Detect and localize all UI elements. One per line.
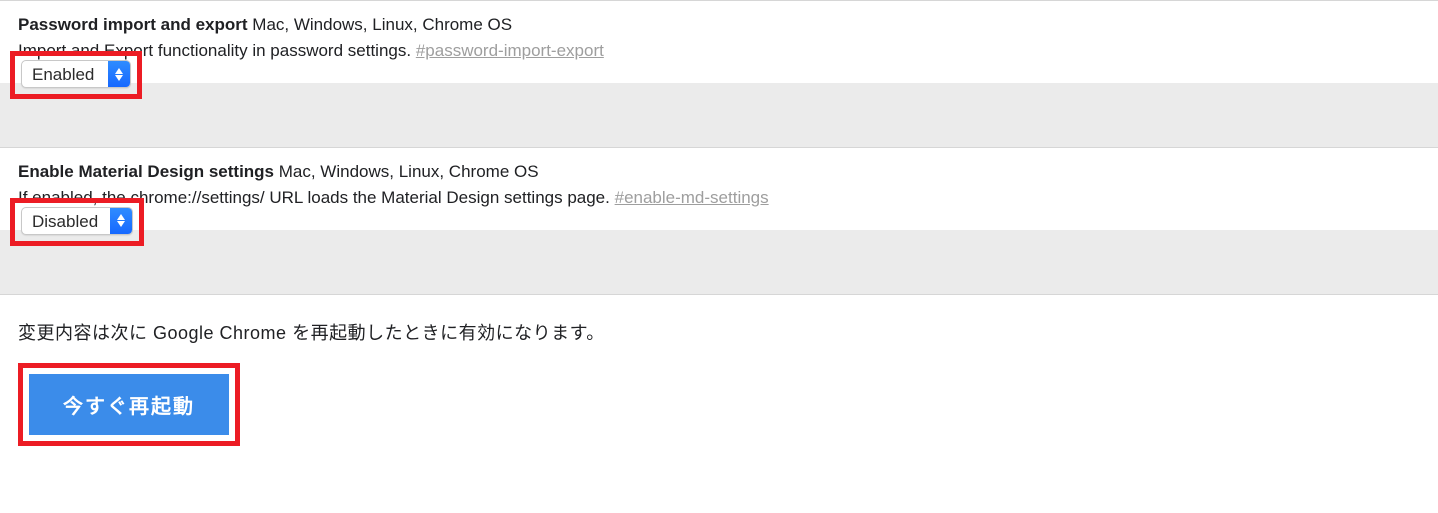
flag-anchor-link[interactable]: #password-import-export	[416, 41, 604, 60]
flag-row-password-import-export: Password import and export Mac, Windows,…	[0, 1, 1438, 83]
highlight-box: Disabled	[10, 198, 144, 246]
flag-description: If enabled, the chrome://settings/ URL l…	[18, 186, 1420, 210]
spacer	[0, 83, 1438, 147]
flag-platforms: Mac, Windows, Linux, Chrome OS	[252, 15, 512, 34]
select-value: Enabled	[22, 61, 108, 87]
restart-now-button[interactable]: 今すぐ再起動	[29, 374, 229, 435]
restart-section: 変更内容は次に Google Chrome を再起動したときに有効になります。 …	[0, 295, 1438, 466]
spacer	[0, 230, 1438, 294]
flag-row-enable-md-settings: Enable Material Design settings Mac, Win…	[0, 148, 1438, 230]
flag-title: Password import and export	[18, 15, 248, 34]
highlight-box: 今すぐ再起動	[18, 363, 240, 446]
flag-select-enable-md-settings[interactable]: Disabled	[21, 207, 133, 235]
restart-message: 変更内容は次に Google Chrome を再起動したときに有効になります。	[18, 319, 1420, 345]
flag-description: Import and Export functionality in passw…	[18, 39, 1420, 63]
flag-title: Enable Material Design settings	[18, 162, 274, 181]
select-value: Disabled	[22, 208, 110, 234]
chevron-up-down-icon	[110, 208, 132, 234]
chevron-up-down-icon	[108, 61, 130, 87]
flag-platforms: Mac, Windows, Linux, Chrome OS	[279, 162, 539, 181]
flag-select-password-import-export[interactable]: Enabled	[21, 60, 131, 88]
flag-anchor-link[interactable]: #enable-md-settings	[615, 188, 769, 207]
highlight-box: Enabled	[10, 51, 142, 99]
